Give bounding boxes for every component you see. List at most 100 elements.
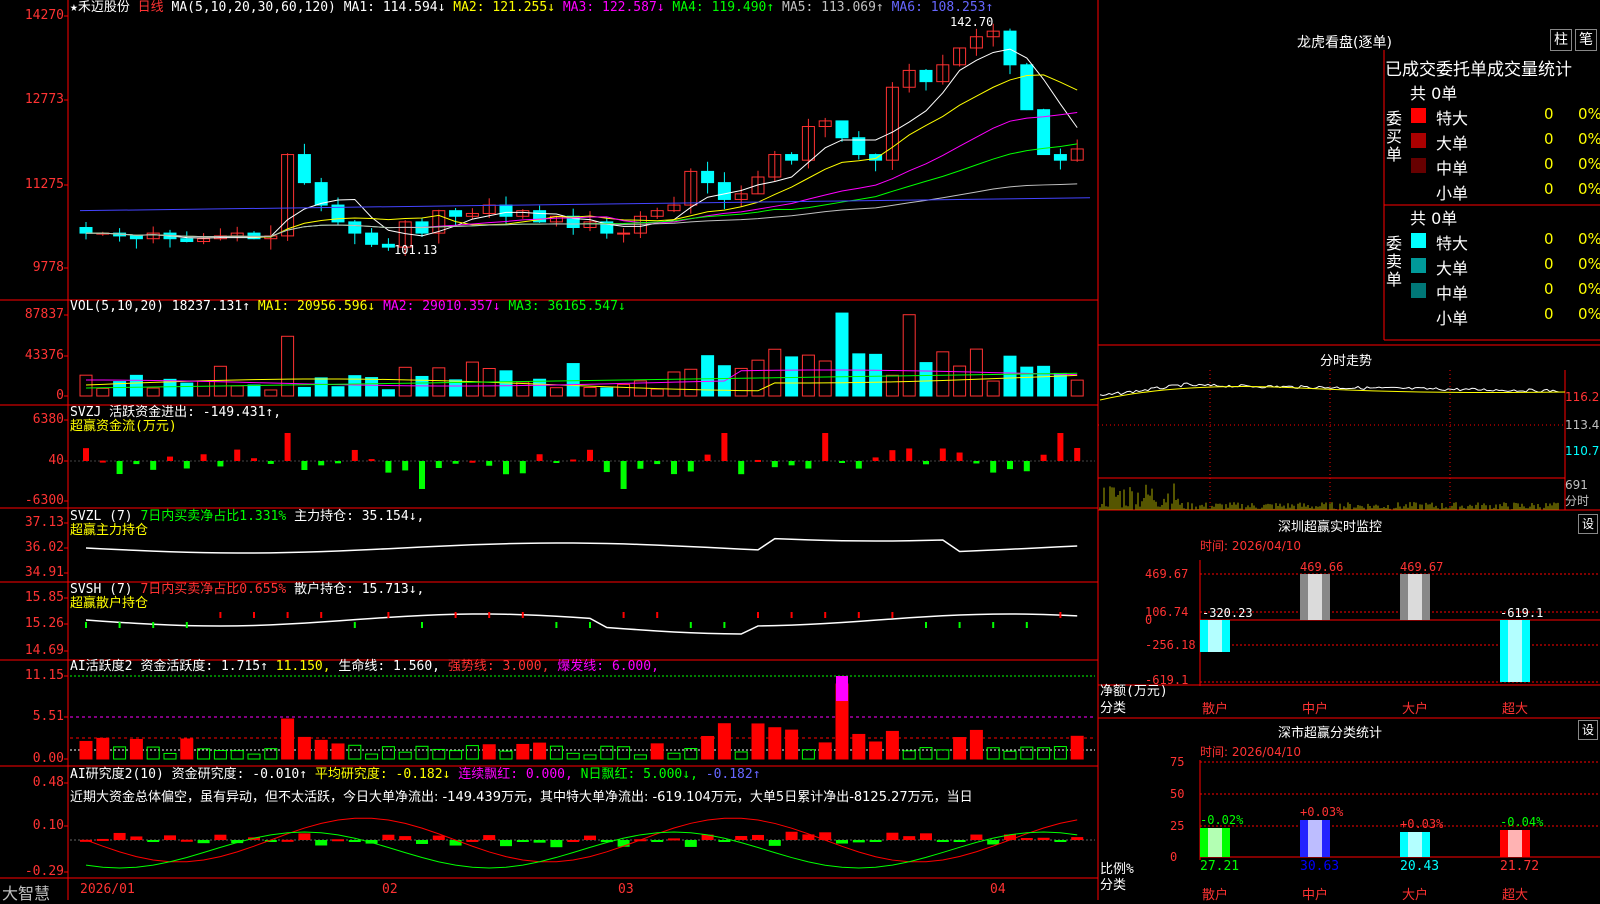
vol-ma3: MA3: 36165.547↓ [508, 299, 626, 314]
buy-row-value: 0 [1544, 105, 1554, 123]
svsh-tick [689, 622, 692, 628]
svsh-tick [521, 612, 524, 618]
sz-bar-highlight [1408, 574, 1422, 620]
svsh-tick [757, 612, 759, 618]
ma-value-1: MA1: 114.594↓ [343, 0, 446, 15]
ai2-header: AI研究度2(10) 资金研究度: -0.010↑ 平均研究度: -0.182↓… [70, 768, 761, 782]
sell-swatch-0 [1411, 233, 1426, 248]
svsh-tick [958, 622, 961, 628]
stock-name[interactable]: ★禾迈股份 [70, 0, 130, 15]
ai1-bar [465, 745, 479, 760]
svzj-bar [671, 461, 677, 475]
ai2-bar [651, 840, 664, 842]
volume-bar [801, 354, 815, 397]
svzj-bar [923, 461, 929, 465]
buy-row-pct: 0% [1578, 155, 1600, 173]
volume-bar [953, 365, 967, 397]
sz-settings-button[interactable]: 设 [1578, 514, 1598, 534]
svsh-tick [790, 612, 793, 618]
svzj-header: SVZJ 活跃资金进出: -149.431↑, [70, 406, 281, 420]
buy-swatch-1 [1411, 133, 1426, 148]
buy-row-label: 小单 [1436, 184, 1469, 203]
buy-row-pct: 0% [1578, 130, 1600, 148]
ai2-bar [718, 840, 731, 842]
ai1-bar [701, 735, 715, 760]
volume-bar [96, 387, 110, 397]
svzj-bar [503, 461, 509, 475]
volume-bar [885, 374, 899, 397]
ai2-bar [684, 840, 697, 847]
svsh-tick [85, 622, 87, 628]
tick-mode-button[interactable]: 笔 [1575, 29, 1597, 51]
svzj-value: 活跃资金进出: -149.431↑, [109, 405, 282, 420]
ai2-bar [281, 839, 294, 842]
svsh-tick [589, 622, 591, 628]
ai2-bar [1054, 840, 1067, 842]
sell-side-label: 委卖单 [1386, 234, 1403, 289]
ai1-value2: 11.150, [275, 659, 331, 674]
svzj-bar [822, 433, 829, 461]
ai1-ytick-2: 0.00 [32, 751, 64, 766]
svzj-bar [150, 461, 157, 470]
ai2-bar [852, 840, 865, 843]
volume-bar [549, 387, 563, 397]
svsh-tick [387, 612, 390, 618]
ai1-bar [533, 742, 547, 760]
chart-canvas[interactable] [0, 0, 1600, 900]
ai2-bar [869, 840, 882, 842]
svzj-bar [1074, 447, 1081, 461]
volume-bar [1053, 372, 1067, 397]
buy-row-label: 大单 [1436, 134, 1469, 153]
ai2-bar [516, 840, 529, 842]
svzj-bar [990, 461, 997, 473]
bar-mode-button[interactable]: 柱 [1550, 29, 1572, 51]
svsh-ratio: 7日内买卖净占比0.655% [140, 582, 287, 597]
buy-row-pct: 0% [1578, 105, 1600, 123]
candle-body [919, 69, 933, 83]
ai2-bar [970, 834, 983, 840]
volume-bar [1020, 366, 1034, 397]
volume-bar [1037, 365, 1051, 397]
ai1-bar [1053, 746, 1067, 760]
ss-settings-button[interactable]: 设 [1578, 720, 1598, 740]
svzj-bar [183, 461, 190, 469]
svsh-tick [286, 612, 289, 618]
ai2-bar [416, 840, 428, 844]
svsh-tick [891, 612, 894, 618]
volume-bar [432, 367, 446, 397]
buy-swatch-0 [1411, 108, 1426, 123]
period-label[interactable]: 日线 [138, 0, 164, 15]
ss-cat-1: 中户 [1302, 888, 1329, 903]
ai2-bar [147, 840, 160, 842]
ai2-bar [399, 836, 412, 840]
candle-body [1020, 64, 1034, 111]
x-axis-label-1: 02 [382, 882, 398, 897]
buy-row-value: 0 [1544, 155, 1554, 173]
buy-row-pct: 0% [1578, 180, 1600, 198]
volume-bar [381, 389, 395, 397]
volume-bar [566, 363, 580, 397]
ai2-bar [298, 833, 311, 840]
svsh-tick [824, 612, 827, 618]
ss-unit2: 分类 [1100, 878, 1127, 893]
candle-body [785, 154, 799, 161]
ai1-bar [885, 730, 899, 760]
svzj-bar [855, 461, 862, 469]
intraday-title: 分时走势 [1320, 354, 1373, 369]
ai2-ndays: N日飘红: 5.000↓, [580, 767, 698, 782]
ai1-bar [919, 747, 933, 760]
sell-row-value: 0 [1544, 305, 1554, 323]
vol-ytick-1: 43376 [24, 348, 64, 363]
ma-line [86, 111, 1078, 238]
ma6-line [79, 197, 1091, 212]
ma-value-3: MA3: 122.587↓ [555, 0, 665, 15]
svzj-bar [839, 461, 845, 463]
ai1-bar [633, 754, 647, 760]
svzj-bar [536, 454, 543, 461]
ai1-title: AI活跃度2 [70, 659, 133, 674]
ai2-continuous: 连续飘红: 0.000, [458, 767, 573, 782]
svzj-bar [435, 461, 442, 468]
volume-bar [835, 312, 849, 397]
ma-value-6: MA6: 108.253↑ [883, 0, 994, 15]
ai1-bar [365, 753, 379, 760]
